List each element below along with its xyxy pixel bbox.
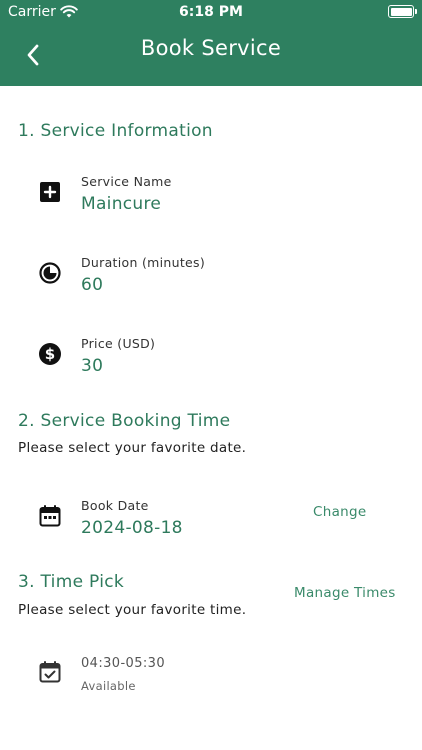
clock-icon xyxy=(38,261,62,285)
calendar-icon xyxy=(38,504,62,528)
service-name-value: Maincure xyxy=(81,194,162,214)
price-row: $ Price (USD) 30 xyxy=(0,334,422,384)
duration-value: 60 xyxy=(81,275,104,295)
booking-time-title: 2. Service Booking Time xyxy=(18,411,231,431)
time-slot-row[interactable]: 04:30-05:30 Available xyxy=(0,654,422,704)
book-date-label: Book Date xyxy=(81,498,149,513)
service-info-title: 1. Service Information xyxy=(18,121,213,141)
change-date-button[interactable]: Change xyxy=(313,504,367,520)
book-date-value: 2024-08-18 xyxy=(81,518,183,538)
status-bar: Carrier 6:18 PM xyxy=(0,0,422,24)
time-pick-subtitle: Please select your favorite time. xyxy=(18,602,247,618)
duration-label: Duration (minutes) xyxy=(81,255,206,270)
svg-text:$: $ xyxy=(45,345,55,363)
time-pick-title: 3. Time Pick xyxy=(18,572,125,592)
calendar-check-icon xyxy=(38,660,62,684)
price-label: Price (USD) xyxy=(81,336,156,351)
service-name-label: Service Name xyxy=(81,174,172,189)
price-value: 30 xyxy=(81,356,104,376)
service-name-row: Service Name Maincure xyxy=(0,172,422,222)
time-slot-status: Available xyxy=(81,679,136,693)
nav-bar: Book Service xyxy=(0,24,422,86)
battery-level xyxy=(390,7,412,16)
dollar-circle-icon: $ xyxy=(38,342,62,366)
plus-square-icon xyxy=(38,180,62,204)
page-title: Book Service xyxy=(140,36,282,60)
app-header: Carrier 6:18 PM Book Service xyxy=(0,0,422,86)
booking-time-subtitle: Please select your favorite date. xyxy=(18,440,247,456)
status-time: 6:18 PM xyxy=(179,4,243,20)
battery-icon xyxy=(388,5,417,18)
duration-row: Duration (minutes) 60 xyxy=(0,253,422,303)
manage-times-button[interactable]: Manage Times xyxy=(294,585,396,601)
time-slot-time: 04:30-05:30 xyxy=(81,656,166,671)
